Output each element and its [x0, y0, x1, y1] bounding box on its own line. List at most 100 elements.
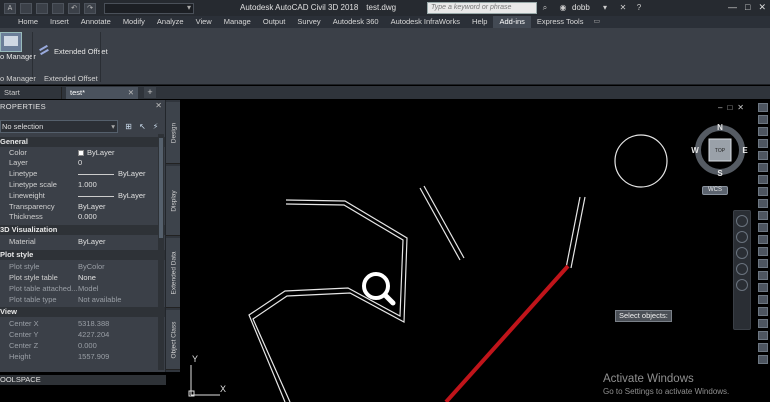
tab-express-tools[interactable]: Express Tools: [531, 16, 590, 28]
user-icon[interactable]: ◉: [558, 3, 568, 13]
tool-icon[interactable]: [757, 199, 768, 208]
prop-row[interactable]: Linetype scale 1.000: [0, 180, 165, 190]
pan-icon[interactable]: [736, 231, 748, 243]
maximize-button[interactable]: □: [745, 2, 750, 13]
tool-icon[interactable]: [757, 307, 768, 316]
tab-view[interactable]: View: [190, 16, 218, 28]
prop-row[interactable]: Linetype ByLayer: [0, 169, 165, 179]
prop-row[interactable]: Center X 5318.388: [0, 319, 165, 329]
manager-button[interactable]: [0, 32, 22, 52]
tool-icon[interactable]: [757, 211, 768, 220]
viewport-close[interactable]: ✕: [737, 103, 744, 112]
prop-row[interactable]: Thickness 0.000: [0, 212, 165, 222]
prop-row[interactable]: Center Z 0.000: [0, 341, 165, 351]
zoom-icon[interactable]: [736, 247, 748, 259]
tab-home[interactable]: Home: [12, 16, 44, 28]
ribbon-minimize-icon[interactable]: ▭: [593, 18, 601, 26]
open-file-icon[interactable]: [36, 2, 48, 14]
compass-north[interactable]: N: [717, 123, 723, 132]
viewport-minimize[interactable]: –: [718, 103, 722, 112]
prop-row[interactable]: Layer 0: [0, 158, 165, 168]
tab-infraworks[interactable]: Autodesk InfraWorks: [385, 16, 466, 28]
tool-icon[interactable]: [757, 187, 768, 196]
tool-icon[interactable]: [757, 355, 768, 364]
showmotion-icon[interactable]: [736, 279, 748, 291]
prop-row[interactable]: Plot table type Not available: [0, 295, 165, 305]
cart-icon[interactable]: ▾: [600, 3, 610, 13]
tab-output[interactable]: Output: [257, 16, 292, 28]
tool-icon[interactable]: [757, 283, 768, 292]
save-icon[interactable]: [52, 2, 64, 14]
prop-row[interactable]: Height 1557.909: [0, 352, 165, 362]
quick-select-icon[interactable]: ⚡: [151, 122, 160, 131]
tool-icon[interactable]: [757, 103, 768, 112]
search-icon[interactable]: ⌕: [540, 3, 550, 13]
close-button[interactable]: ✕: [758, 2, 766, 13]
side-tab-object-class[interactable]: Object Class: [166, 310, 180, 370]
prop-row[interactable]: Plot table attached... Model: [0, 284, 165, 294]
compass-west[interactable]: W: [691, 146, 699, 155]
compass-south[interactable]: S: [717, 169, 723, 178]
user-name[interactable]: dobb: [572, 3, 590, 12]
wcs-menu[interactable]: WCS: [702, 186, 728, 195]
prop-row[interactable]: Color ByLayer: [0, 148, 165, 158]
undo-icon[interactable]: ↶: [68, 2, 80, 14]
side-tab-extended-data[interactable]: Extended Data: [166, 238, 180, 308]
exchange-icon[interactable]: ✕: [618, 3, 628, 13]
side-tab-display[interactable]: Display: [166, 166, 180, 236]
tool-icon[interactable]: [757, 115, 768, 124]
tool-icon[interactable]: [757, 247, 768, 256]
tool-icon[interactable]: [757, 139, 768, 148]
red-line[interactable]: [444, 264, 570, 402]
tab-help[interactable]: Help: [466, 16, 493, 28]
steering-wheel-icon[interactable]: [736, 215, 748, 227]
section-general[interactable]: General ▴: [0, 137, 165, 147]
tool-icon[interactable]: [757, 271, 768, 280]
tab-annotate[interactable]: Annotate: [75, 16, 117, 28]
tab-insert[interactable]: Insert: [44, 16, 75, 28]
app-menu-icon[interactable]: A: [4, 2, 16, 14]
orbit-icon[interactable]: [736, 263, 748, 275]
tab-survey[interactable]: Survey: [291, 16, 326, 28]
diagonal-line[interactable]: [419, 187, 461, 261]
section-view[interactable]: View ▴: [0, 307, 165, 317]
tool-icon[interactable]: [757, 127, 768, 136]
manager-button-label[interactable]: o Manager: [0, 52, 36, 61]
circle-drawing[interactable]: [614, 134, 668, 188]
side-tab-design[interactable]: Design: [166, 102, 180, 164]
section-plot-style[interactable]: Plot style ▴: [0, 250, 165, 260]
section-3d-visualization[interactable]: 3D Visualization ▴: [0, 225, 165, 235]
new-tab-button[interactable]: +: [144, 87, 156, 98]
tool-icon[interactable]: [757, 235, 768, 244]
viewcube[interactable]: N S E W TOP: [690, 120, 750, 180]
viewport-maximize[interactable]: □: [727, 103, 732, 112]
close-tab-icon[interactable]: ✕: [128, 87, 134, 99]
workspace-dropdown[interactable]: [104, 2, 194, 14]
tool-icon[interactable]: [757, 163, 768, 172]
doc-tab-start[interactable]: Start: [0, 87, 62, 99]
tab-manage[interactable]: Manage: [218, 16, 257, 28]
tool-icon[interactable]: [757, 175, 768, 184]
polyline-offset[interactable]: [248, 203, 404, 402]
toolspace-header[interactable]: OOLSPACE: [0, 375, 166, 385]
extended-offset-button[interactable]: Extended Offset: [38, 45, 108, 57]
prop-row[interactable]: Transparency ByLayer: [0, 202, 165, 212]
select-objects-icon[interactable]: ↖: [138, 122, 147, 131]
prop-row[interactable]: Lineweight ByLayer: [0, 191, 165, 201]
palette-close-icon[interactable]: ✕: [155, 101, 162, 110]
search-input[interactable]: Type a keyword or phrase: [427, 2, 537, 14]
doc-tab-test[interactable]: test* ✕: [66, 87, 138, 99]
prop-row[interactable]: Plot style table None: [0, 273, 165, 283]
tool-icon[interactable]: [757, 259, 768, 268]
tool-icon[interactable]: [757, 295, 768, 304]
tool-icon[interactable]: [757, 151, 768, 160]
new-file-icon[interactable]: [20, 2, 32, 14]
prop-row[interactable]: Center Y 4227.204: [0, 330, 165, 340]
prop-row[interactable]: Material ByLayer: [0, 237, 165, 247]
tool-icon[interactable]: [757, 319, 768, 328]
tab-add-ins[interactable]: Add-ins: [493, 16, 531, 28]
diagonal-line-offset[interactable]: [423, 185, 465, 259]
tool-icon[interactable]: [757, 331, 768, 340]
minimize-button[interactable]: —: [728, 2, 737, 13]
tool-icon[interactable]: [757, 343, 768, 352]
